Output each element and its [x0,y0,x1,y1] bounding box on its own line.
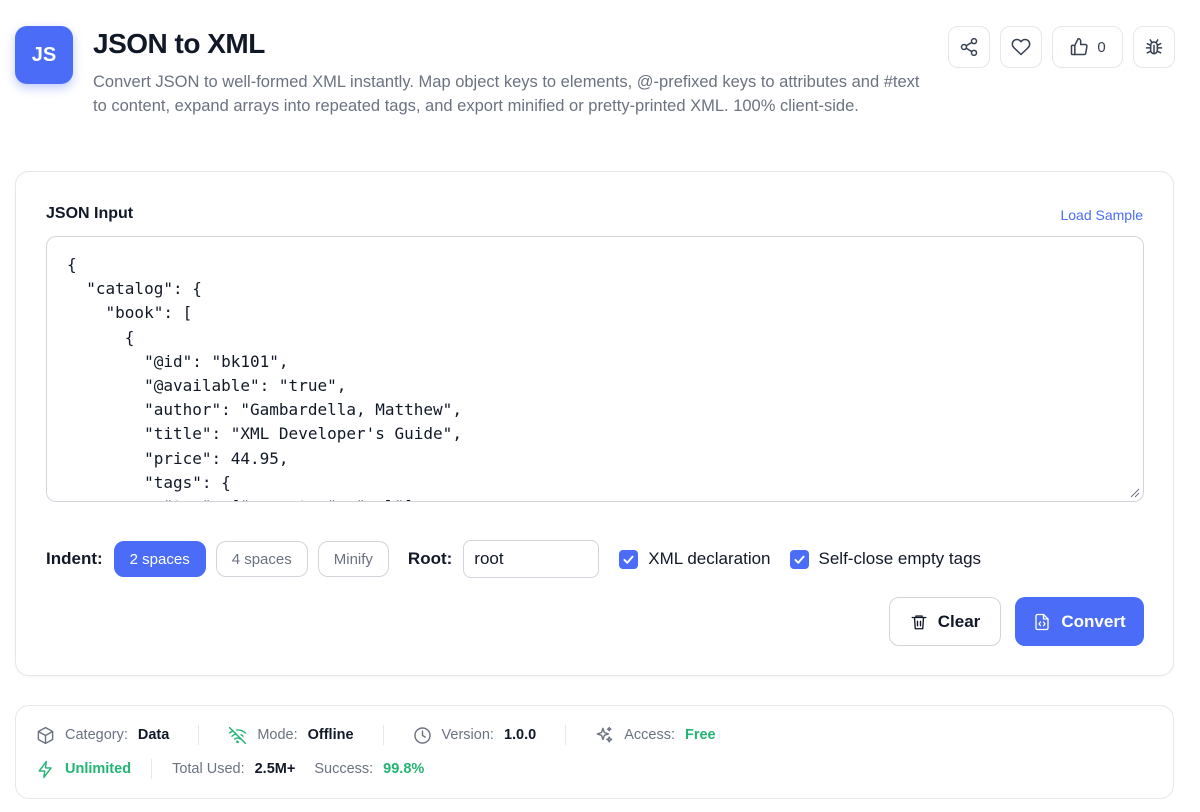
meta-divider [198,725,200,745]
indent-option-minify[interactable]: Minify [317,541,389,577]
json-input-label: JSON Input [46,205,134,222]
meta-divider [151,759,153,779]
tool-meta-panel: Category: Data Mode: Offline Version: 1.… [15,705,1174,799]
root-label: Root: [407,549,453,568]
indent-label: Indent: [46,549,103,568]
xml-declaration-label: XML declaration [648,549,771,568]
self-close-checkbox[interactable]: Self-close empty tags [789,549,982,569]
meta-category: Category: Data [36,726,169,745]
meta-divider [382,725,384,745]
indent-option-4-spaces[interactable]: 4 spaces [215,541,308,577]
clear-button[interactable]: Clear [889,597,1001,646]
xml-declaration-checkbox[interactable]: XML declaration [619,549,771,569]
lightning-icon [38,760,52,778]
meta-mode: Mode: Offline [228,726,354,745]
json-input-editor[interactable]: { "catalog": { "book": [ { "@id": "bk101… [46,236,1144,502]
options-bar: Indent: 2 spaces 4 spaces Minify Root: X… [46,540,1000,578]
checkbox-checked-icon[interactable] [619,549,639,569]
cube-icon [37,726,54,744]
indent-option-2-spaces[interactable]: 2 spaces [113,541,206,577]
share-icon [960,37,978,57]
converter-card: JSON Input Load Sample { "catalog": { "b… [15,171,1174,676]
root-input[interactable] [463,540,600,578]
tool-logo: JS [15,26,73,84]
file-code-icon [1035,613,1050,630]
clear-label: Clear [937,611,981,631]
clock-icon [413,726,431,744]
like-button[interactable]: 0 [1052,26,1123,68]
json-input-text[interactable]: { "catalog": { "book": [ { "@id": "bk101… [47,237,1143,501]
meta-row-primary: Category: Data Mode: Offline Version: 1.… [36,725,716,745]
convert-label: Convert [1061,611,1126,631]
meta-row-secondary: Unlimited Total Used: 2.5M+ Success: 99.… [36,759,424,779]
self-close-label: Self-close empty tags [818,549,982,568]
load-sample-link[interactable]: Load Sample [1060,207,1143,223]
sparkles-icon [596,726,613,743]
thumbs-up-icon [1071,37,1088,56]
meta-access: Access: Free [595,726,716,745]
bug-icon [1145,39,1163,55]
meta-unlimited: Unlimited [36,760,131,779]
trash-icon [911,614,927,629]
favorite-button[interactable] [1000,26,1042,68]
meta-total-used: Total Used: 2.5M+ [172,761,296,777]
report-bug-button[interactable] [1133,26,1175,68]
share-button[interactable] [948,26,990,68]
like-count: 0 [1097,38,1106,56]
resize-grip-icon[interactable] [1130,488,1140,498]
heart-icon [1011,38,1031,56]
wifi-off-icon [229,726,247,744]
checkbox-checked-icon[interactable] [789,549,809,569]
tool-header: JS JSON to XML Convert JSON to well-form… [15,26,1175,146]
convert-button[interactable]: Convert [1015,597,1144,646]
meta-version: Version: 1.0.0 [413,726,536,745]
header-actions: 0 [948,26,1175,68]
page-description: Convert JSON to well-formed XML instantl… [93,73,920,115]
meta-divider [565,725,567,745]
page-title: JSON to XML [93,28,265,59]
meta-success: Success: 99.8% [314,761,425,777]
